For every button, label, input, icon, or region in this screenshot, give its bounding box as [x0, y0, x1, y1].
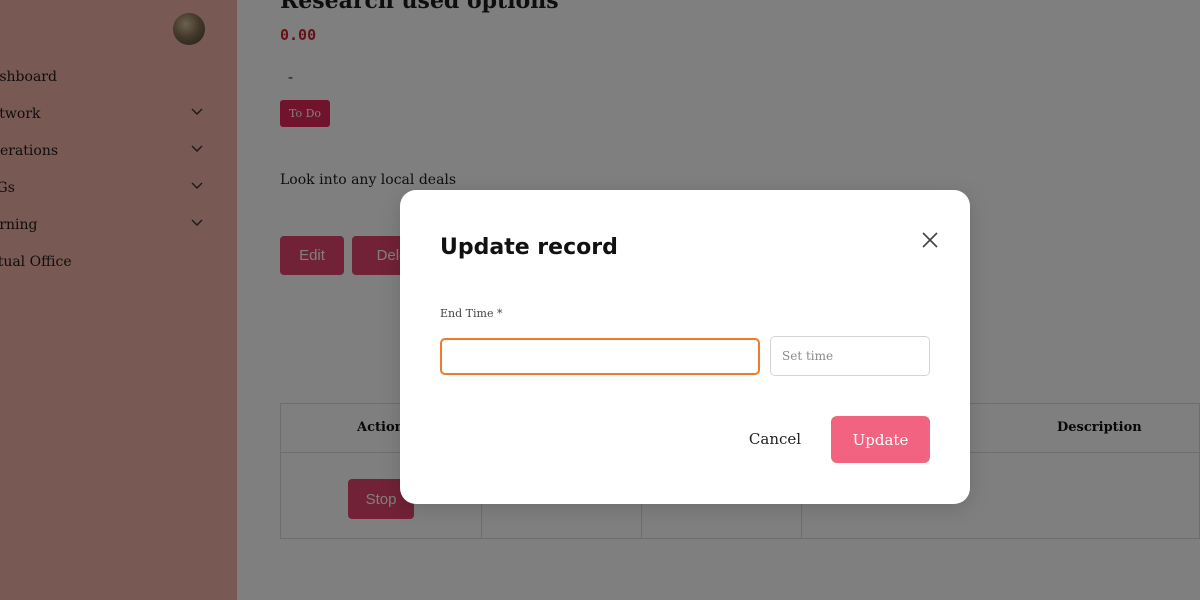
- update-button[interactable]: Update: [831, 416, 930, 463]
- close-icon[interactable]: [918, 228, 942, 252]
- end-time-label: End Time *: [440, 307, 503, 320]
- update-record-dialog: Update record End Time * Cancel Update: [400, 190, 970, 504]
- dialog-title: Update record: [440, 235, 618, 260]
- set-time-input[interactable]: [770, 336, 930, 376]
- cancel-button[interactable]: Cancel: [742, 416, 808, 462]
- end-time-date-input[interactable]: [440, 338, 760, 375]
